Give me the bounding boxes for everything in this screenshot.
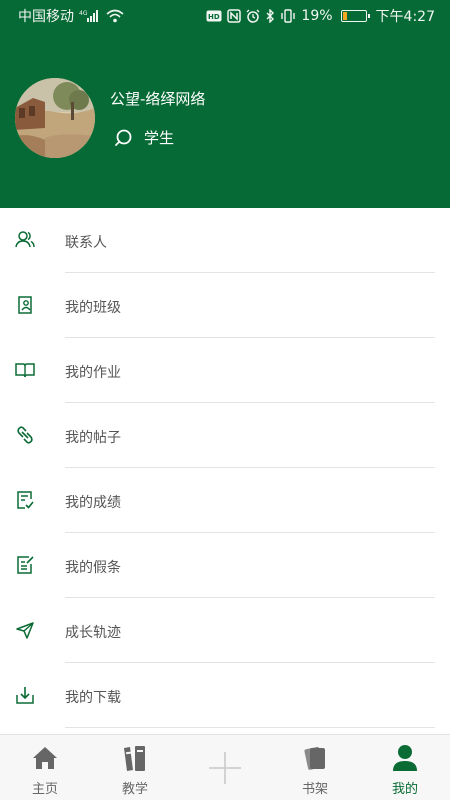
menu-item-my-downloads[interactable]: 我的下载 bbox=[0, 663, 450, 728]
divider bbox=[65, 727, 435, 728]
menu-label-my-grades: 我的成绩 bbox=[65, 495, 121, 511]
menu-item-contacts[interactable]: 联系人 bbox=[0, 208, 450, 273]
status-right: HD 19% 下午4:27 bbox=[206, 6, 435, 26]
svg-text:HD: HD bbox=[208, 13, 220, 21]
menu-label-contacts: 联系人 bbox=[65, 235, 107, 251]
tab-label-mine: 我的 bbox=[391, 782, 418, 797]
home-icon bbox=[31, 744, 59, 772]
network-type-label: 4G bbox=[79, 10, 88, 17]
wifi-icon bbox=[106, 9, 124, 23]
hd-icon: HD bbox=[206, 10, 222, 22]
tab-teaching[interactable]: 教学 bbox=[90, 735, 180, 800]
menu-label-my-leave: 我的假条 bbox=[65, 560, 121, 576]
status-bar: 中国移动 4G HD 19% 下午4:27 bbox=[0, 0, 450, 32]
bluetooth-icon bbox=[265, 9, 275, 23]
plus-icon bbox=[208, 751, 242, 785]
vibrate-icon bbox=[280, 9, 296, 23]
user-role: 学生 bbox=[144, 129, 175, 147]
menu-item-my-class[interactable]: 我的班级 bbox=[0, 273, 450, 338]
menu-label-my-posts: 我的帖子 bbox=[65, 430, 121, 446]
bottom-tab-bar: 主页 教学 书架 我的 bbox=[0, 734, 450, 800]
battery-icon bbox=[340, 10, 370, 22]
download-icon bbox=[15, 685, 35, 705]
books-icon bbox=[121, 744, 149, 772]
menu-item-my-leave[interactable]: 我的假条 bbox=[0, 533, 450, 598]
profile-header: 中国移动 4G HD 19% 下午4:27 公望-络绎网络 学生 bbox=[0, 0, 450, 208]
contacts-icon bbox=[15, 230, 35, 250]
tab-label-teaching: 教学 bbox=[121, 782, 148, 797]
paper-plane-icon bbox=[15, 620, 35, 640]
battery-percent: 19% bbox=[301, 8, 333, 24]
homework-book-icon bbox=[15, 360, 35, 380]
leave-note-icon bbox=[15, 555, 35, 575]
tab-label-home: 主页 bbox=[31, 782, 58, 797]
avatar[interactable] bbox=[15, 78, 95, 158]
menu-item-my-posts[interactable]: 我的帖子 bbox=[0, 403, 450, 468]
menu-label-growth-track: 成长轨迹 bbox=[65, 625, 121, 641]
grade-check-icon bbox=[15, 490, 35, 510]
nfc-icon bbox=[227, 9, 242, 23]
menu-label-my-homework: 我的作业 bbox=[65, 365, 121, 381]
carrier-label: 中国移动 bbox=[18, 9, 74, 25]
class-icon bbox=[15, 295, 35, 315]
chat-bubble-icon bbox=[114, 129, 132, 147]
person-icon bbox=[391, 744, 419, 772]
alarm-icon bbox=[246, 9, 260, 23]
bookshelf-icon bbox=[301, 744, 329, 772]
tab-home[interactable]: 主页 bbox=[0, 735, 90, 800]
menu-item-my-grades[interactable]: 我的成绩 bbox=[0, 468, 450, 533]
menu-list: 联系人 我的班级 我的作业 我的帖子 我的成绩 我的假条 成长轨迹 我的下载 bbox=[0, 208, 450, 728]
menu-item-my-homework[interactable]: 我的作业 bbox=[0, 338, 450, 403]
user-name: 公望-络绎网络 bbox=[110, 90, 206, 108]
role-row: 学生 bbox=[114, 127, 174, 148]
tab-bookshelf[interactable]: 书架 bbox=[270, 735, 360, 800]
tab-label-bookshelf: 书架 bbox=[301, 782, 328, 797]
status-left: 中国移动 4G bbox=[18, 6, 124, 26]
tab-mine[interactable]: 我的 bbox=[360, 735, 450, 800]
menu-label-my-class: 我的班级 bbox=[65, 300, 121, 316]
link-icon bbox=[15, 425, 35, 445]
clock: 下午4:27 bbox=[375, 9, 435, 25]
menu-label-my-downloads: 我的下载 bbox=[65, 690, 121, 706]
menu-item-growth-track[interactable]: 成长轨迹 bbox=[0, 598, 450, 663]
signal-icon: 4G bbox=[79, 9, 101, 23]
tab-add[interactable] bbox=[180, 735, 270, 800]
